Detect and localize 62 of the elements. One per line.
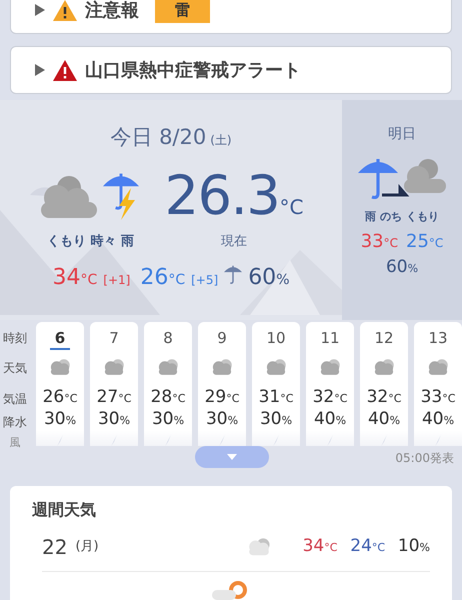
alert-title: 注意報 [85,0,139,22]
warning-icon [53,60,77,80]
hour-rain-chance: 40% [314,408,346,431]
tomorrow-title: 明日 [388,125,416,144]
alert-card[interactable]: 注意報 雷 [10,0,452,34]
hour-rain-chance: 30% [206,408,238,431]
hour-temperature: 31°C [258,386,294,409]
day-high: 34°C [302,534,338,558]
row-label: 気温 [3,391,27,408]
hour-rain-chance: 30% [44,408,76,431]
tomorrow-rain-chance: 60% [386,256,418,278]
hour-temperature: 29°C [204,386,240,409]
hour-label[interactable]: 9 [212,328,232,350]
low-difference: [+5] [191,272,218,289]
high-difference: [+1] [103,272,130,289]
alert-title: 山口県熱中症警戒アラート [85,58,301,82]
high-temperature: 34°C [52,264,98,292]
row-label: 天気 [3,360,27,377]
hour-label[interactable]: 7 [104,328,124,350]
low-temperature: 26°C [140,264,186,292]
rain-chance: 60% [248,264,290,292]
current-label: 現在 [221,232,247,250]
hour-label[interactable]: 11 [315,328,345,350]
alert-card[interactable]: 山口県熱中症警戒アラート [10,46,452,94]
caret-down-icon [227,454,237,460]
hour-label[interactable]: 13 [423,328,453,350]
hour-label[interactable]: 8 [158,328,178,350]
hour-label[interactable]: 12 [369,328,399,350]
hour-temperature: 33°C [420,386,456,409]
hour-rain-chance: 30% [260,408,292,431]
hour-label[interactable]: 6 [50,328,70,350]
umbrella-icon [224,264,242,284]
row-label: 風 [10,435,20,451]
day-weekday: (月) [75,538,99,556]
tomorrow-low: 25°C [406,230,444,254]
day-low: 24°C [350,534,386,558]
weekly-title: 週間天気 [32,499,97,521]
hour-temperature: 26°C [42,386,78,409]
hour-temperature: 27°C [96,386,132,409]
today-date: 今日 8/20 [110,124,206,151]
hour-label[interactable]: 10 [261,328,291,350]
today-weekday: (土) [210,132,232,149]
expand-button[interactable] [195,446,269,468]
hour-rain-chance: 30% [98,408,130,431]
row-label: 降水 [3,414,27,431]
issued-time: 05:00発表 [395,450,454,467]
hour-rain-chance: 30% [152,408,184,431]
hour-rain-chance: 40% [368,408,400,431]
tomorrow-high: 33°C [360,230,398,254]
current-temperature: 26.3 [164,166,280,226]
alert-tag: 雷 [155,0,210,24]
day-number: 22 [42,534,68,560]
hour-temperature: 28°C [150,386,186,409]
temperature-unit: °C [279,194,304,220]
warning-icon [53,0,77,20]
row-label: 時刻 [3,330,27,347]
tomorrow-condition: 雨 のち くもり [365,209,439,225]
hour-temperature: 32°C [366,386,402,409]
hour-temperature: 32°C [312,386,348,409]
day-rain-chance: 10% [398,534,430,558]
hour-rain-chance: 40% [422,408,454,431]
today-condition: くもり 時々 雨 [47,232,134,250]
